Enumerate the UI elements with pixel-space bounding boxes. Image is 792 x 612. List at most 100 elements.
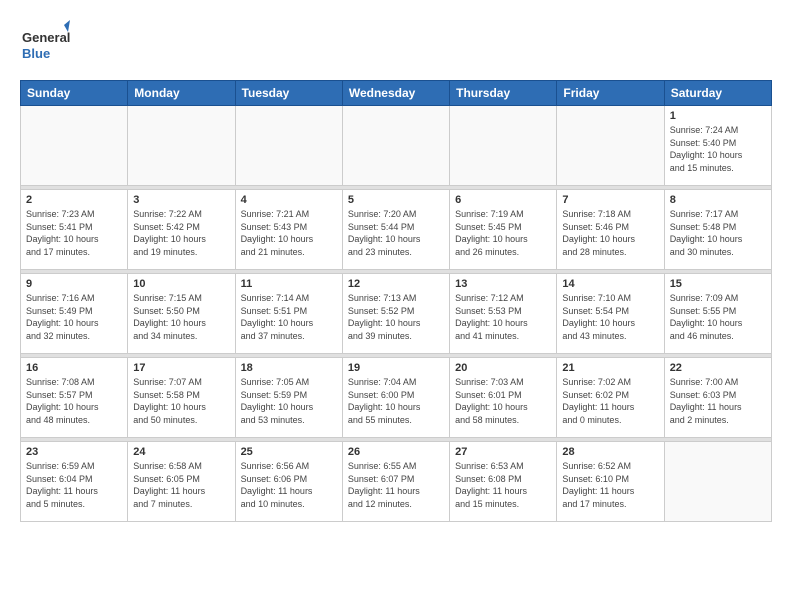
day-info: Sunrise: 7:23 AM Sunset: 5:41 PM Dayligh… [26,208,122,258]
calendar-day-cell: 7Sunrise: 7:18 AM Sunset: 5:46 PM Daylig… [557,190,664,270]
day-number: 1 [670,110,766,122]
calendar-day-cell: 5Sunrise: 7:20 AM Sunset: 5:44 PM Daylig… [342,190,449,270]
calendar-day-cell: 27 Sunrise: 6:53 AM Sunset: 6:08 PM Dayli… [450,442,557,522]
day-number: 15 [670,278,766,290]
calendar-day-cell: 26 Sunrise: 6:55 AM Sunset: 6:07 PM Dayli… [342,442,449,522]
day-number: 3 [133,194,229,206]
calendar-week-row: 9 Sunrise: 7:16 AM Sunset: 5:49 PM Daylig… [21,274,772,354]
day-info: Sunrise: 7:08 AM Sunset: 5:57 PM Dayligh… [26,376,122,426]
day-info: Sunrise: 7:10 AM Sunset: 5:54 PM Dayligh… [562,292,658,342]
calendar-day-cell [128,106,235,186]
calendar-day-cell: 6 Sunrise: 7:19 AM Sunset: 5:45 PM Daylig… [450,190,557,270]
day-info: Sunrise: 6:58 AM Sunset: 6:05 PM Dayligh… [133,460,229,510]
calendar-day-cell: 28 Sunrise: 6:52 AM Sunset: 6:10 PM Dayli… [557,442,664,522]
day-number: 18 [241,362,337,374]
calendar-day-cell: 16 Sunrise: 7:08 AM Sunset: 5:57 PM Dayli… [21,358,128,438]
day-number: 2 [26,194,122,206]
calendar-day-cell: 18 Sunrise: 7:05 AM Sunset: 5:59 PM Dayli… [235,358,342,438]
calendar-week-row: 16 Sunrise: 7:08 AM Sunset: 5:57 PM Dayli… [21,358,772,438]
day-info: Sunrise: 7:24 AM Sunset: 5:40 PM Dayligh… [670,124,766,174]
calendar-day-cell: 22 Sunrise: 7:00 AM Sunset: 6:03 PM Dayli… [664,358,771,438]
weekday-header-row: SundayMondayTuesdayWednesdayThursdayFrid… [21,81,772,106]
day-info: Sunrise: 7:15 AM Sunset: 5:50 PM Dayligh… [133,292,229,342]
day-number: 22 [670,362,766,374]
svg-text:General: General [22,30,70,45]
day-info: Sunrise: 7:02 AM Sunset: 6:02 PM Dayligh… [562,376,658,426]
calendar-day-cell: 4 Sunrise: 7:21 AM Sunset: 5:43 PM Daylig… [235,190,342,270]
calendar-week-row: 2 Sunrise: 7:23 AM Sunset: 5:41 PM Daylig… [21,190,772,270]
calendar-day-cell: 2 Sunrise: 7:23 AM Sunset: 5:41 PM Daylig… [21,190,128,270]
calendar-day-cell: 23 Sunrise: 6:59 AM Sunset: 6:04 PM Dayli… [21,442,128,522]
day-number: 12 [348,278,444,290]
day-info: Sunrise: 6:55 AM Sunset: 6:07 PM Dayligh… [348,460,444,510]
calendar-day-cell: 12 Sunrise: 7:13 AM Sunset: 5:52 PM Dayli… [342,274,449,354]
page-header: General Blue [20,20,772,70]
calendar-day-cell [557,106,664,186]
day-info: Sunrise: 7:17 AM Sunset: 5:48 PM Dayligh… [670,208,766,258]
calendar-day-cell: 10 Sunrise: 7:15 AM Sunset: 5:50 PM Dayli… [128,274,235,354]
calendar-day-cell: 19 Sunrise: 7:04 AM Sunset: 6:00 PM Dayli… [342,358,449,438]
day-number: 24 [133,446,229,458]
calendar-day-cell [450,106,557,186]
calendar-week-row: 1 Sunrise: 7:24 AM Sunset: 5:40 PM Daylig… [21,106,772,186]
weekday-header: Tuesday [235,81,342,106]
calendar-day-cell: 21 Sunrise: 7:02 AM Sunset: 6:02 PM Dayli… [557,358,664,438]
calendar-day-cell: 3 Sunrise: 7:22 AM Sunset: 5:42 PM Daylig… [128,190,235,270]
day-info: Sunrise: 7:21 AM Sunset: 5:43 PM Dayligh… [241,208,337,258]
day-info: Sunrise: 7:13 AM Sunset: 5:52 PM Dayligh… [348,292,444,342]
calendar-day-cell: 14Sunrise: 7:10 AM Sunset: 5:54 PM Dayli… [557,274,664,354]
weekday-header: Sunday [21,81,128,106]
weekday-header: Friday [557,81,664,106]
calendar-day-cell: 1 Sunrise: 7:24 AM Sunset: 5:40 PM Daylig… [664,106,771,186]
day-number: 4 [241,194,337,206]
day-number: 16 [26,362,122,374]
weekday-header: Thursday [450,81,557,106]
day-info: Sunrise: 7:00 AM Sunset: 6:03 PM Dayligh… [670,376,766,426]
day-number: 10 [133,278,229,290]
day-info: Sunrise: 6:56 AM Sunset: 6:06 PM Dayligh… [241,460,337,510]
day-number: 19 [348,362,444,374]
day-info: Sunrise: 7:09 AM Sunset: 5:55 PM Dayligh… [670,292,766,342]
calendar-day-cell: 11Sunrise: 7:14 AM Sunset: 5:51 PM Dayli… [235,274,342,354]
day-number: 5 [348,194,444,206]
day-info: Sunrise: 6:52 AM Sunset: 6:10 PM Dayligh… [562,460,658,510]
calendar-day-cell: 9 Sunrise: 7:16 AM Sunset: 5:49 PM Daylig… [21,274,128,354]
calendar-day-cell: 17 Sunrise: 7:07 AM Sunset: 5:58 PM Dayli… [128,358,235,438]
day-number: 23 [26,446,122,458]
day-number: 11 [241,278,337,290]
day-info: Sunrise: 6:59 AM Sunset: 6:04 PM Dayligh… [26,460,122,510]
calendar-day-cell [21,106,128,186]
logo: General Blue [20,20,70,70]
day-number: 20 [455,362,551,374]
logo-svg: General Blue [20,20,70,70]
day-info: Sunrise: 6:53 AM Sunset: 6:08 PM Dayligh… [455,460,551,510]
day-info: Sunrise: 7:07 AM Sunset: 5:58 PM Dayligh… [133,376,229,426]
calendar-day-cell [235,106,342,186]
weekday-header: Saturday [664,81,771,106]
weekday-header: Wednesday [342,81,449,106]
day-number: 26 [348,446,444,458]
day-number: 25 [241,446,337,458]
day-number: 17 [133,362,229,374]
day-number: 21 [562,362,658,374]
day-number: 27 [455,446,551,458]
day-info: Sunrise: 7:04 AM Sunset: 6:00 PM Dayligh… [348,376,444,426]
calendar-day-cell: 8Sunrise: 7:17 AM Sunset: 5:48 PM Daylig… [664,190,771,270]
calendar-day-cell: 20Sunrise: 7:03 AM Sunset: 6:01 PM Dayli… [450,358,557,438]
day-info: Sunrise: 7:22 AM Sunset: 5:42 PM Dayligh… [133,208,229,258]
day-info: Sunrise: 7:16 AM Sunset: 5:49 PM Dayligh… [26,292,122,342]
day-number: 13 [455,278,551,290]
day-number: 9 [26,278,122,290]
calendar-day-cell: 25 Sunrise: 6:56 AM Sunset: 6:06 PM Dayli… [235,442,342,522]
day-info: Sunrise: 7:19 AM Sunset: 5:45 PM Dayligh… [455,208,551,258]
calendar-week-row: 23 Sunrise: 6:59 AM Sunset: 6:04 PM Dayli… [21,442,772,522]
day-info: Sunrise: 7:05 AM Sunset: 5:59 PM Dayligh… [241,376,337,426]
calendar-day-cell: 13 Sunrise: 7:12 AM Sunset: 5:53 PM Dayli… [450,274,557,354]
day-info: Sunrise: 7:12 AM Sunset: 5:53 PM Dayligh… [455,292,551,342]
svg-text:Blue: Blue [22,46,50,61]
weekday-header: Monday [128,81,235,106]
day-number: 28 [562,446,658,458]
day-number: 6 [455,194,551,206]
calendar-day-cell [664,442,771,522]
calendar-day-cell [342,106,449,186]
